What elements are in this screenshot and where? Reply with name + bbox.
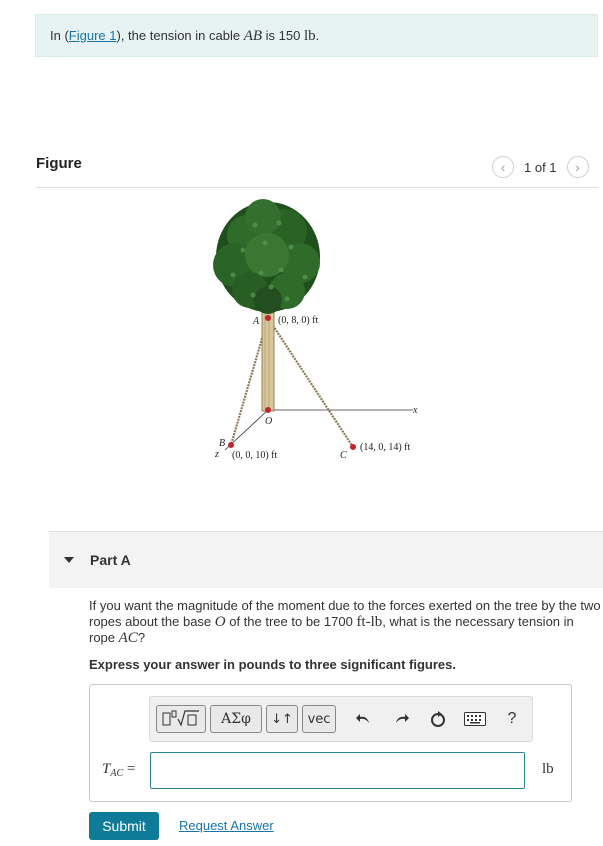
- rope-ac-label: AC: [118, 630, 138, 646]
- z-label: z: [214, 449, 219, 460]
- submit-button[interactable]: Submit: [89, 812, 159, 840]
- label-b: B: [219, 438, 225, 449]
- chevron-right-icon[interactable]: ›: [566, 156, 589, 178]
- figure-divider: [36, 187, 598, 188]
- intro-end: .: [315, 28, 320, 43]
- reset-icon[interactable]: [425, 705, 451, 733]
- intro-unit: lb: [303, 28, 316, 44]
- chevron-left-icon[interactable]: ‹: [492, 156, 514, 178]
- answer-variable: TAC =: [102, 761, 135, 779]
- collapse-triangle-icon[interactable]: [64, 557, 74, 563]
- answer-input[interactable]: [150, 752, 525, 789]
- coord-b: (0, 0, 10) ft: [232, 450, 277, 461]
- intro-is: is 150: [262, 28, 304, 43]
- rope-ac: [267, 317, 354, 448]
- templates-sqrt-icon[interactable]: [156, 705, 206, 733]
- question-part-2: of the tree to be 1700: [225, 614, 357, 629]
- templates-sqrt-icon-graphic: [162, 710, 199, 727]
- coord-c: (14, 0, 14) ft: [360, 442, 410, 453]
- undo-icon[interactable]: [351, 705, 377, 733]
- arrows-button[interactable]: ↓↑: [266, 705, 298, 733]
- vector-button[interactable]: vec: [302, 705, 336, 733]
- cable-ab: AB: [243, 28, 263, 44]
- redo-icon[interactable]: [388, 705, 414, 733]
- part-a-label: Part A: [90, 552, 131, 568]
- tree-figure: y x z A (0, 8, 0) ft O B (0, 0, 10) ft C…: [213, 198, 418, 461]
- moment-unit: ft-lb: [356, 614, 383, 630]
- problem-intro: In (Figure 1), the tension in cable AB i…: [35, 14, 598, 57]
- answer-var-subscript: AC: [110, 768, 124, 779]
- part-a-header[interactable]: Part A: [49, 532, 603, 588]
- question-text: If you want the magnitude of the moment …: [89, 598, 603, 646]
- point-b: [228, 442, 234, 448]
- help-icon[interactable]: ?: [499, 705, 525, 733]
- request-answer-link[interactable]: Request Answer: [179, 818, 274, 833]
- coord-a: (0, 8, 0) ft: [278, 315, 318, 326]
- base-o: O: [214, 614, 226, 630]
- point-a: [265, 315, 271, 321]
- point-o: [265, 407, 271, 413]
- figure-title: Figure: [36, 155, 82, 172]
- figure-link[interactable]: Figure 1: [69, 28, 117, 43]
- intro-middle: ), the tension in cable: [116, 28, 244, 43]
- label-a: A: [252, 316, 260, 327]
- figure-count: 1 of 1: [524, 159, 557, 175]
- math-toolbar: ΑΣφ ↓↑ vec ?: [149, 696, 533, 742]
- x-label: x: [412, 405, 418, 416]
- instruction-text: Express your answer in pounds to three s…: [89, 657, 456, 672]
- point-c: [350, 444, 356, 450]
- answer-unit: lb: [542, 761, 554, 777]
- tree-foliage: [213, 199, 320, 314]
- intro-prefix: In (: [50, 28, 69, 43]
- keyboard-icon[interactable]: [462, 705, 488, 733]
- greek-symbols-button[interactable]: ΑΣφ: [210, 705, 262, 733]
- label-c: C: [340, 450, 347, 461]
- answer-box: ΑΣφ ↓↑ vec ? TAC = lb: [89, 684, 572, 802]
- question-part-4: ?: [137, 630, 146, 645]
- label-o: O: [265, 416, 272, 427]
- answer-equals: =: [123, 761, 136, 777]
- figure-pager: ‹ 1 of 1 ›: [492, 156, 589, 178]
